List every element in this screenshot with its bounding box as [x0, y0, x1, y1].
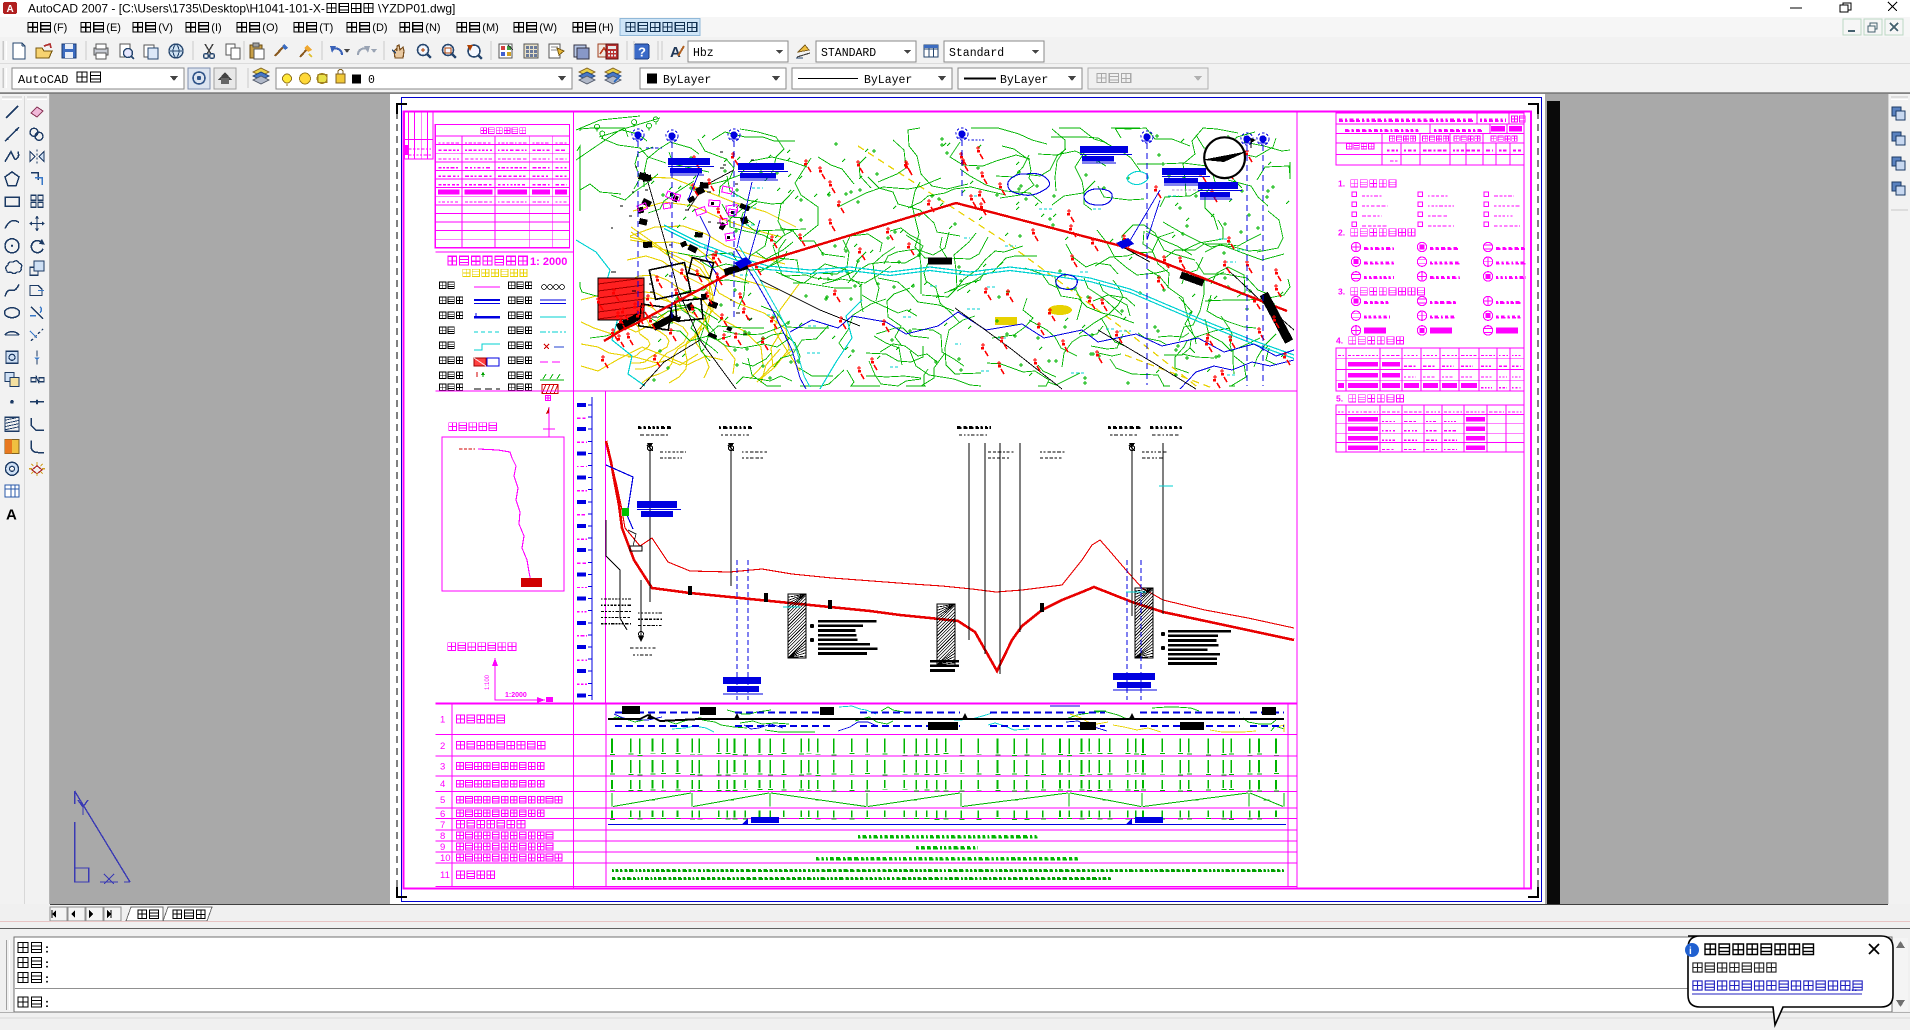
svg-text::: : [45, 957, 49, 971]
svg-text:3.: 3. [1338, 287, 1345, 297]
svg-text:ByLayer: ByLayer [1000, 74, 1048, 87]
svg-text:(V): (V) [158, 22, 173, 34]
svg-text:Standard: Standard [949, 47, 1004, 60]
svg-text::: : [45, 942, 49, 956]
svg-text:8: 8 [440, 831, 445, 842]
svg-text:AutoCAD: AutoCAD [18, 73, 68, 87]
svg-text:\YZDP01.dwg]: \YZDP01.dwg] [378, 2, 455, 16]
svg-text:1:100: 1:100 [485, 674, 491, 690]
svg-text:4.: 4. [1336, 336, 1343, 346]
svg-text:1: 1 [440, 715, 445, 726]
svg-text:(T): (T) [319, 22, 333, 34]
svg-text:(I): (I) [211, 22, 221, 34]
svg-text:Hbz: Hbz [693, 47, 714, 60]
svg-text::: : [45, 996, 49, 1010]
svg-text:(E): (E) [106, 22, 121, 34]
svg-text:A: A [7, 4, 14, 15]
svg-text:1:2000: 1:2000 [505, 692, 527, 699]
svg-text:4: 4 [440, 779, 445, 790]
svg-text:2.: 2. [1338, 228, 1345, 238]
svg-text:11: 11 [440, 870, 450, 881]
svg-text:1: 2000: 1: 2000 [530, 256, 567, 268]
svg-text:(F): (F) [53, 22, 67, 34]
svg-text:3: 3 [440, 762, 445, 773]
svg-text::: : [45, 972, 49, 986]
svg-text:i: i [1689, 946, 1692, 957]
svg-text:0: 0 [368, 74, 375, 87]
svg-text:5: 5 [440, 795, 445, 806]
svg-text:(M): (M) [482, 22, 499, 34]
svg-text:ByLayer: ByLayer [864, 74, 912, 87]
svg-text:1.: 1. [1338, 179, 1345, 189]
svg-text:7: 7 [440, 820, 445, 831]
svg-text:...: ... [1848, 982, 1857, 994]
svg-text:(W): (W) [539, 22, 557, 34]
svg-text:5.: 5. [1336, 394, 1343, 404]
svg-text:(H): (H) [598, 22, 613, 34]
svg-text:(N): (N) [425, 22, 440, 34]
svg-text:(D): (D) [372, 22, 387, 34]
svg-text:(O): (O) [262, 22, 278, 34]
svg-text:A: A [6, 506, 17, 523]
svg-text:2: 2 [440, 741, 445, 752]
svg-text:10: 10 [440, 853, 451, 864]
svg-text:6: 6 [440, 809, 445, 820]
svg-text:ByLayer: ByLayer [663, 74, 711, 87]
svg-text:STANDARD: STANDARD [821, 47, 876, 60]
svg-text:9: 9 [440, 842, 445, 853]
svg-text:?: ? [638, 45, 646, 60]
svg-text:AutoCAD 2007 - [C:\Users\1735\: AutoCAD 2007 - [C:\Users\1735\Desktop\H1… [28, 2, 325, 16]
